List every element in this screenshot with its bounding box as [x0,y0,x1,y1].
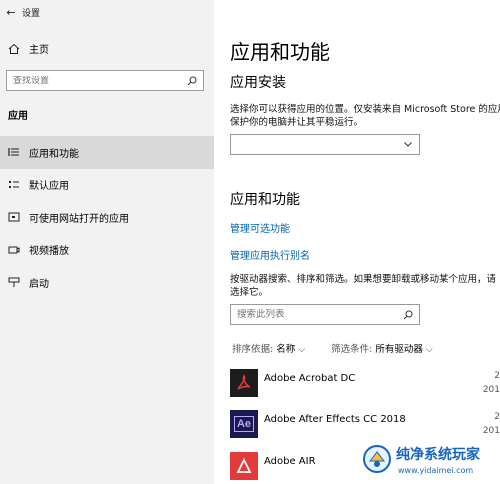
app-date: 201 [482,385,500,395]
install-heading: 应用安装 [230,75,286,91]
search-icon [187,76,197,85]
app-name: Adobe After Effects CC 2018 [264,414,406,425]
watermark-title: 纯净系统玩家 [396,447,480,463]
apps-features-icon [8,148,19,157]
sidebar-item-label: 应用和功能 [29,148,79,160]
sidebar: ← 设置 主页 应用 应用和功能 [0,0,214,484]
features-heading: 应用和功能 [230,192,300,208]
sidebar-item-label: 默认应用 [29,181,69,193]
install-source-dropdown[interactable] [230,134,420,155]
sidebar-item-apps-features[interactable]: 应用和功能 [0,136,214,169]
filter-value: 所有驱动器 [375,344,423,355]
video-playback-icon [8,246,20,254]
app-size: 2 [494,412,500,422]
manage-app-alias-link[interactable]: 管理应用执行别名 [230,247,310,262]
adobe-acrobat-icon [230,369,258,397]
manage-optional-features-link[interactable]: 管理可选功能 [230,220,290,235]
install-desc-line1: 选择你可以获得应用的位置。仅安装来自 Microsoft Store 的应用 [230,104,500,115]
sidebar-item-label: 可使用网站打开的应用 [29,213,129,225]
app-name: Adobe Acrobat DC [264,373,356,384]
sort-filter-bar: 排序依据: 名称 ⌵ 筛选条件: 所有驱动器 ⌵ [232,341,433,355]
chevron-down-icon: ⌵ [425,345,433,355]
watermark-url: www.yidaimei.com [398,466,474,475]
sidebar-item-apps-for-websites[interactable]: 可使用网站打开的应用 [0,201,214,234]
back-arrow-icon[interactable]: ← [0,6,22,19]
app-list-search[interactable] [230,304,420,325]
features-desc-line1: 按驱动器搜索、排序和筛选。如果想要卸载或移动某个应用，请 [230,274,497,285]
title-bar: ← 设置 [0,0,214,24]
settings-search[interactable] [6,70,204,91]
search-icon [403,310,413,319]
app-date: 201 [482,426,500,436]
app-name: Adobe AIR [264,456,316,467]
sidebar-item-default-apps[interactable]: 默认应用 [0,169,214,202]
apps-for-websites-icon [8,212,20,222]
features-desc-line2: 选择它。 [230,287,269,298]
sort-value: 名称 [276,344,296,355]
filter-label: 筛选条件: [331,344,373,355]
app-size: 2 [494,371,500,381]
home-icon [8,43,20,54]
adobe-after-effects-icon: Ae [230,410,258,438]
sidebar-item-startup[interactable]: 启动 [0,266,214,299]
home-label: 主页 [29,45,49,56]
install-desc-line2: 保护你的电脑并让其平稳运行。 [230,117,364,128]
sidebar-nav: 应用和功能 默认应用 可使用网站打开的应用 视频播放 启动 [0,136,214,299]
watermark: 纯净系统玩家 www.yidaimei.com [358,438,500,484]
watermark-logo-icon [363,445,391,473]
app-list-search-input[interactable] [237,309,397,320]
window-title: 设置 [22,8,41,19]
home-link[interactable]: 主页 [8,41,49,56]
settings-search-input[interactable] [13,75,183,86]
sort-dropdown[interactable]: 排序依据: 名称 ⌵ [232,341,305,355]
page-title: 应用和功能 [230,40,330,64]
sidebar-item-label: 视频播放 [29,246,69,258]
chevron-down-icon [404,142,412,147]
app-list-item[interactable]: Adobe Acrobat DC 2 201 [230,369,500,403]
chevron-down-icon: ⌵ [298,345,306,355]
sidebar-item-video-playback[interactable]: 视频播放 [0,234,214,267]
section-label: 应用 [8,111,28,122]
filter-dropdown[interactable]: 筛选条件: 所有驱动器 ⌵ [331,341,433,355]
sidebar-item-label: 启动 [29,278,49,290]
adobe-air-icon [230,452,258,480]
sort-label: 排序依据: [232,344,274,355]
default-apps-icon [9,180,19,188]
startup-icon [8,277,20,288]
